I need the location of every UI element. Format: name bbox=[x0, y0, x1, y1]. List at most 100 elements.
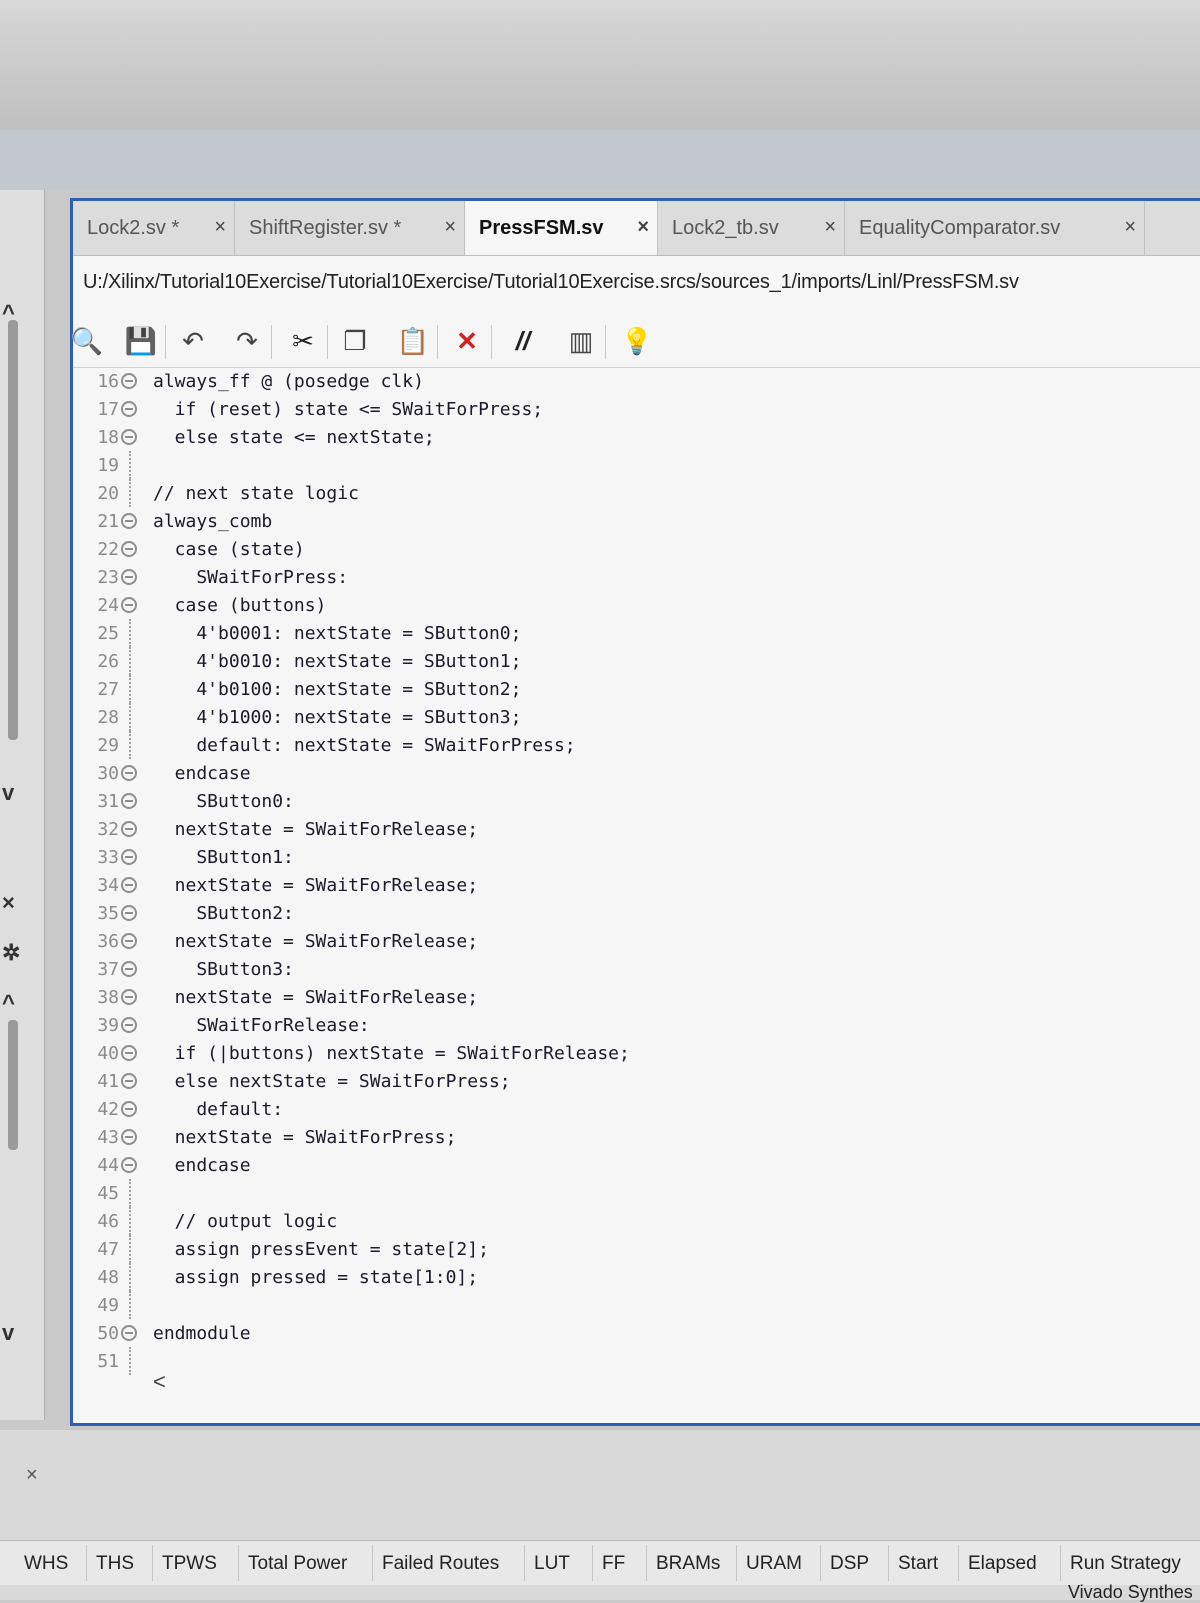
close-icon[interactable]: × bbox=[26, 1464, 38, 1487]
fold-end-icon[interactable] bbox=[121, 821, 137, 837]
fold-collapse-icon[interactable] bbox=[121, 1101, 137, 1117]
code-line[interactable]: 43 nextState = SWaitForPress; bbox=[73, 1123, 1173, 1151]
fold-end-icon[interactable] bbox=[121, 1073, 137, 1089]
column-separator[interactable] bbox=[524, 1545, 525, 1581]
column-separator[interactable] bbox=[820, 1545, 821, 1581]
cut-icon[interactable]: ✂ bbox=[283, 321, 323, 361]
tab-equalitycomparator-sv[interactable]: EqualityComparator.sv × bbox=[845, 201, 1145, 255]
column-header-start[interactable]: Start bbox=[898, 1553, 938, 1575]
fold-end-icon[interactable] bbox=[121, 933, 137, 949]
tab-lock2-sv[interactable]: Lock2.sv * × bbox=[73, 201, 235, 255]
code-line[interactable]: 16 always_ff @ (posedge clk) bbox=[73, 367, 1173, 395]
fold-end-icon[interactable] bbox=[121, 765, 137, 781]
close-icon[interactable]: × bbox=[637, 216, 649, 239]
code-line[interactable]: 38 nextState = SWaitForRelease; bbox=[73, 983, 1173, 1011]
fold-end-icon[interactable] bbox=[121, 989, 137, 1005]
column-header-failed-routes[interactable]: Failed Routes bbox=[382, 1553, 499, 1575]
fold-collapse-icon[interactable] bbox=[121, 597, 137, 613]
column-separator[interactable] bbox=[372, 1545, 373, 1581]
code-line[interactable]: 34 nextState = SWaitForRelease; bbox=[73, 871, 1173, 899]
fold-collapse-icon[interactable] bbox=[121, 961, 137, 977]
fold-end-icon[interactable] bbox=[121, 1129, 137, 1145]
paste-icon[interactable]: 📋 bbox=[393, 321, 433, 361]
save-icon[interactable]: 💾 bbox=[121, 321, 161, 361]
code-line[interactable]: 40 if (|buttons) nextState = SWaitForRel… bbox=[73, 1039, 1173, 1067]
fold-collapse-icon[interactable] bbox=[121, 849, 137, 865]
code-line[interactable]: 47 assign pressEvent = state[2]; bbox=[73, 1235, 1173, 1263]
column-header-whs[interactable]: WHS bbox=[24, 1553, 68, 1575]
column-header-run-strategy[interactable]: Run Strategy bbox=[1070, 1553, 1181, 1575]
code-line[interactable]: 44 endcase bbox=[73, 1151, 1173, 1179]
copy-icon[interactable]: ❐ bbox=[335, 321, 375, 361]
code-line[interactable]: 46 // output logic bbox=[73, 1207, 1173, 1235]
fold-collapse-icon[interactable] bbox=[121, 569, 137, 585]
fold-collapse-icon[interactable] bbox=[121, 793, 137, 809]
fold-collapse-icon[interactable] bbox=[121, 541, 137, 557]
column-header-uram[interactable]: URAM bbox=[746, 1553, 802, 1575]
code-line[interactable]: 23 SWaitForPress: bbox=[73, 563, 1173, 591]
column-header-ff[interactable]: FF bbox=[602, 1553, 625, 1575]
code-line[interactable]: 24 case (buttons) bbox=[73, 591, 1173, 619]
fold-end-icon[interactable] bbox=[121, 1325, 137, 1341]
code-line[interactable]: 39 SWaitForRelease: bbox=[73, 1011, 1173, 1039]
code-line[interactable]: 21 always_comb bbox=[73, 507, 1173, 535]
column-header-ths[interactable]: THS bbox=[96, 1553, 134, 1575]
close-icon[interactable]: × bbox=[1124, 216, 1136, 239]
column-header-lut[interactable]: LUT bbox=[534, 1553, 570, 1575]
fold-collapse-icon[interactable] bbox=[121, 1045, 137, 1061]
column-separator[interactable] bbox=[152, 1545, 153, 1581]
code-line[interactable]: 42 default: bbox=[73, 1095, 1173, 1123]
code-line[interactable]: 35 SButton2: bbox=[73, 899, 1173, 927]
delete-icon[interactable]: ✕ bbox=[447, 321, 487, 361]
chevron-up-icon[interactable]: ^ bbox=[2, 990, 15, 1016]
fold-collapse-icon[interactable] bbox=[121, 401, 137, 417]
code-line[interactable]: 50 endmodule bbox=[73, 1319, 1173, 1347]
code-line[interactable]: 51 bbox=[73, 1347, 1173, 1375]
fold-collapse-icon[interactable] bbox=[121, 513, 137, 529]
code-line[interactable]: 19 bbox=[73, 451, 1173, 479]
chevron-down-icon[interactable]: v bbox=[2, 780, 14, 806]
close-icon[interactable]: × bbox=[824, 216, 836, 239]
column-separator[interactable] bbox=[646, 1545, 647, 1581]
chevron-up-icon[interactable]: ^ bbox=[2, 300, 15, 326]
close-icon[interactable]: × bbox=[444, 216, 456, 239]
tab-lock2-tb-sv[interactable]: Lock2_tb.sv × bbox=[658, 201, 845, 255]
column-header-total-power[interactable]: Total Power bbox=[248, 1553, 347, 1575]
fold-collapse-icon[interactable] bbox=[121, 905, 137, 921]
chevron-down-icon[interactable]: v bbox=[2, 1320, 14, 1346]
code-line[interactable]: 20 // next state logic bbox=[73, 479, 1173, 507]
tab-pressfsm-sv[interactable]: PressFSM.sv × bbox=[465, 201, 658, 255]
column-separator[interactable] bbox=[238, 1545, 239, 1581]
code-line[interactable]: 17 if (reset) state <= SWaitForPress; bbox=[73, 395, 1173, 423]
redo-icon[interactable]: ↷ bbox=[227, 321, 267, 361]
column-header-elapsed[interactable]: Elapsed bbox=[968, 1553, 1037, 1575]
scroll-left-icon[interactable]: < bbox=[153, 1369, 166, 1395]
column-icon[interactable]: ▥ bbox=[561, 321, 601, 361]
search-icon[interactable]: 🔍 bbox=[67, 321, 107, 361]
code-line[interactable]: 26 4'b0010: nextState = SButton1; bbox=[73, 647, 1173, 675]
code-line[interactable]: 48 assign pressed = state[1:0]; bbox=[73, 1263, 1173, 1291]
column-separator[interactable] bbox=[958, 1545, 959, 1581]
code-line[interactable]: 37 SButton3: bbox=[73, 955, 1173, 983]
code-line[interactable]: 49 bbox=[73, 1291, 1173, 1319]
undo-icon[interactable]: ↶ bbox=[173, 321, 213, 361]
code-line[interactable]: 22 case (state) bbox=[73, 535, 1173, 563]
fold-end-icon[interactable] bbox=[121, 1157, 137, 1173]
left-panel-scrollbar-lower[interactable] bbox=[8, 1020, 18, 1150]
tab-shiftregister-sv[interactable]: ShiftRegister.sv * × bbox=[235, 201, 465, 255]
close-icon[interactable]: × bbox=[214, 216, 226, 239]
fold-collapse-icon[interactable] bbox=[121, 373, 137, 389]
gear-icon[interactable]: ✲ bbox=[2, 940, 20, 966]
code-line[interactable]: 25 4'b0001: nextState = SButton0; bbox=[73, 619, 1173, 647]
code-line[interactable]: 29 default: nextState = SWaitForPress; bbox=[73, 731, 1173, 759]
code-line[interactable]: 33 SButton1: bbox=[73, 843, 1173, 871]
code-line[interactable]: 28 4'b1000: nextState = SButton3; bbox=[73, 703, 1173, 731]
code-line[interactable]: 41 else nextState = SWaitForPress; bbox=[73, 1067, 1173, 1095]
code-line[interactable]: 32 nextState = SWaitForRelease; bbox=[73, 815, 1173, 843]
code-line[interactable]: 18 else state <= nextState; bbox=[73, 423, 1173, 451]
comment-icon[interactable]: // bbox=[503, 321, 543, 361]
column-separator[interactable] bbox=[736, 1545, 737, 1581]
code-line[interactable]: 36 nextState = SWaitForRelease; bbox=[73, 927, 1173, 955]
column-header-brams[interactable]: BRAMs bbox=[656, 1553, 720, 1575]
fold-end-icon[interactable] bbox=[121, 877, 137, 893]
